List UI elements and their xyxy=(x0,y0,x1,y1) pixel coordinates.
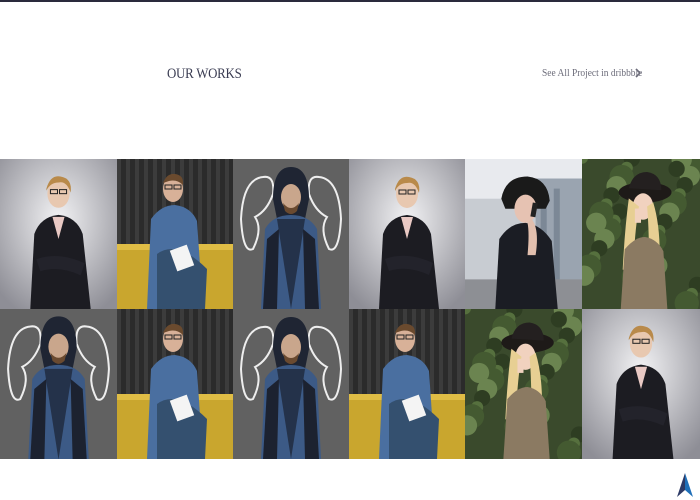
portfolio-photo xyxy=(233,309,349,459)
gallery-tile[interactable] xyxy=(117,309,233,459)
portfolio-photo xyxy=(582,159,700,309)
gallery-tile[interactable] xyxy=(0,159,117,309)
gallery-tile[interactable] xyxy=(349,159,465,309)
gallery-tile[interactable] xyxy=(465,159,582,309)
portfolio-photo xyxy=(0,309,117,459)
gallery-tile[interactable] xyxy=(465,309,582,459)
gallery-tile[interactable] xyxy=(233,159,349,309)
portfolio-photo xyxy=(349,309,465,459)
portfolio-photo xyxy=(349,159,465,309)
gallery-tile[interactable] xyxy=(0,309,117,459)
gallery-tile[interactable] xyxy=(349,309,465,459)
gallery-tile[interactable] xyxy=(582,309,700,459)
gallery-tile[interactable] xyxy=(233,309,349,459)
page: OUR WORKS See All Project in dribbble xyxy=(0,0,700,500)
section-title: OUR WORKS xyxy=(167,66,242,82)
portfolio-photo xyxy=(117,309,233,459)
portfolio-photo xyxy=(465,159,582,309)
portfolio-photo xyxy=(117,159,233,309)
top-border xyxy=(0,0,700,2)
portfolio-photo xyxy=(582,309,700,459)
gallery-tile[interactable] xyxy=(582,159,700,309)
portfolio-photo xyxy=(0,159,117,309)
portfolio-gallery xyxy=(0,159,700,459)
portfolio-photo xyxy=(233,159,349,309)
brand-logo-icon[interactable] xyxy=(676,472,694,498)
see-all-projects-link[interactable]: See All Project in dribbble xyxy=(542,66,643,80)
portfolio-photo xyxy=(465,309,582,459)
gallery-tile[interactable] xyxy=(117,159,233,309)
see-all-projects-label: See All Project in dribbble xyxy=(542,67,643,79)
